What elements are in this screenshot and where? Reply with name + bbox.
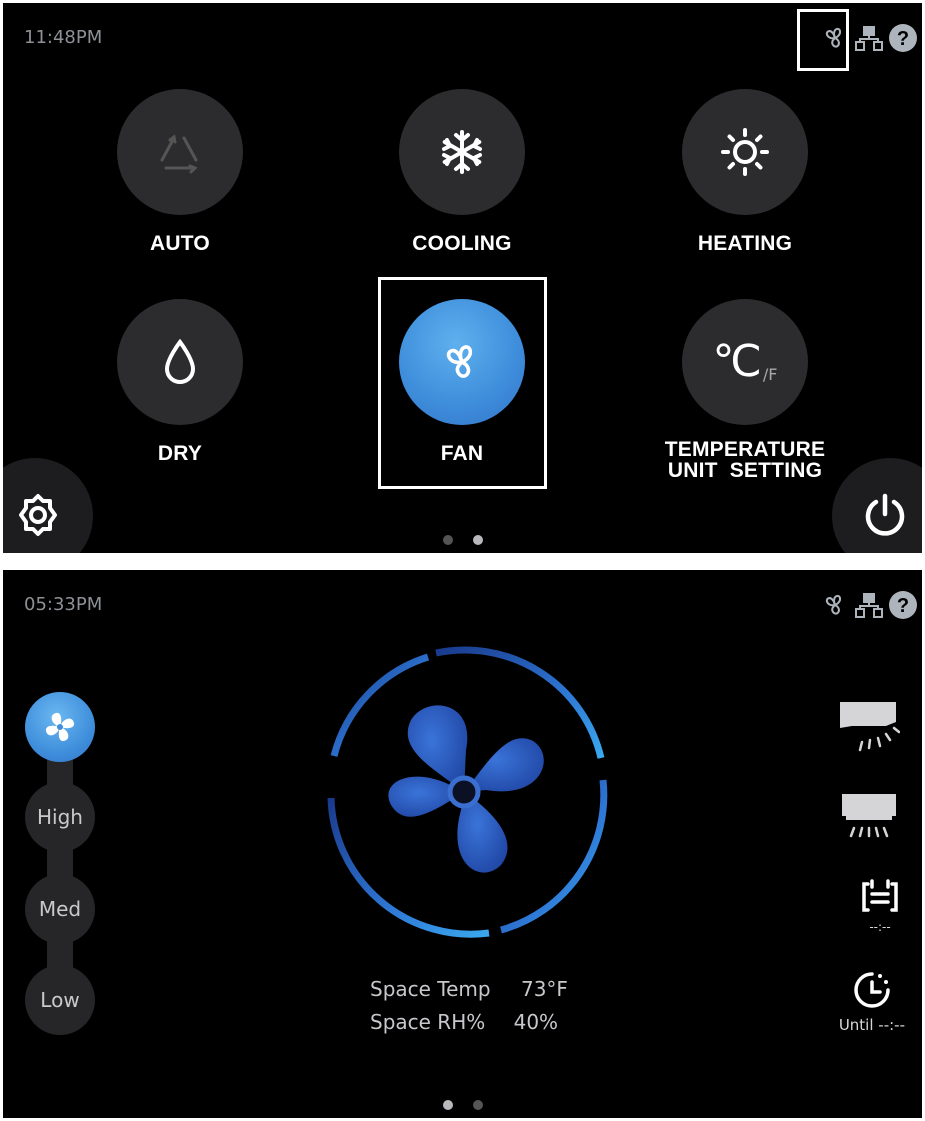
svg-text:?: ?: [897, 595, 909, 617]
fahrenheit-glyph: /F: [762, 365, 778, 384]
network-icon[interactable]: [854, 21, 884, 55]
space-rh-readout: Space RH% 40%: [370, 1010, 558, 1034]
celsius-fahrenheit-icon: ℃ /F: [712, 336, 778, 387]
celsius-glyph: ℃: [712, 336, 762, 387]
vane-swing-button[interactable]: [838, 700, 900, 752]
space-temp-value: 73°F: [520, 977, 568, 1001]
highlight-status-fan: [797, 9, 849, 71]
mode-heating-label: HEATING: [697, 232, 793, 255]
timer-clock-icon: [854, 972, 890, 1008]
page-dot-active[interactable]: [442, 1100, 453, 1110]
mode-auto-label: AUTO: [150, 232, 210, 255]
timer-button[interactable]: Until --:--: [839, 970, 905, 1034]
louver-down-icon: [842, 794, 896, 838]
mode-cooling-button[interactable]: COOLING: [362, 89, 562, 254]
page-dot[interactable]: [442, 535, 453, 545]
sun-icon: [721, 128, 769, 176]
louver-swing-icon: [840, 702, 900, 752]
vane-fixed-button[interactable]: [838, 792, 900, 840]
schedule-icon: [862, 879, 898, 912]
timer-value: Until --:--: [838, 1016, 905, 1034]
snowflake-icon: [442, 130, 482, 174]
mode-temperature-unit-button[interactable]: ℃ /F TEMPERATURE UNIT SETTING: [645, 299, 845, 481]
space-rh-label: Space RH%: [370, 1010, 486, 1034]
settings-button[interactable]: [3, 458, 93, 553]
page-dot-active[interactable]: [472, 535, 483, 545]
page-indicator: [442, 1100, 483, 1110]
dry-button-circle[interactable]: [117, 299, 243, 425]
page-dot[interactable]: [472, 1100, 483, 1110]
mode-heating-button[interactable]: HEATING: [645, 89, 845, 254]
mode-cooling-label: COOLING: [412, 232, 512, 255]
network-icon[interactable]: [854, 588, 884, 622]
status-bar: ?: [820, 588, 918, 622]
gear-icon: [19, 494, 57, 536]
space-temp-readout: Space Temp 73°F: [370, 977, 568, 1001]
svg-text:?: ?: [897, 28, 909, 50]
fan-icon[interactable]: [820, 588, 850, 622]
help-icon[interactable]: ?: [888, 588, 918, 622]
fan-blade-icon: [45, 712, 75, 742]
mode-dry-button[interactable]: DRY: [80, 299, 280, 464]
mode-dry-label: DRY: [157, 442, 203, 465]
fan-speed-auto-button[interactable]: [25, 692, 95, 762]
fan-blades-icon: [388, 705, 544, 873]
auto-cycle-icon: [160, 134, 198, 174]
fan-speed-high-button[interactable]: High: [25, 782, 95, 852]
highlight-fan-mode: [378, 277, 547, 489]
fan-control-screen: 05:33PM ? High Med Low Space Temp 73°F S…: [3, 570, 922, 1118]
droplet-icon: [164, 339, 196, 384]
schedule-value: --:--: [869, 920, 891, 934]
cooling-button-circle[interactable]: [399, 89, 525, 215]
clock: 11:48PM: [24, 27, 103, 48]
fan-speed-low-button[interactable]: Low: [25, 965, 95, 1035]
power-icon: [865, 493, 905, 536]
page-indicator: [442, 535, 483, 545]
auto-button-circle[interactable]: [117, 89, 243, 215]
mode-temperature-unit-label: TEMPERATURE UNIT SETTING: [664, 438, 826, 482]
space-temp-label: Space Temp: [370, 977, 491, 1001]
space-rh-value: 40%: [513, 1010, 559, 1034]
help-icon[interactable]: ?: [888, 21, 918, 55]
fan-speed-med-button[interactable]: Med: [25, 874, 95, 944]
power-button[interactable]: [832, 458, 922, 553]
fan-animation: [327, 646, 608, 938]
schedule-button[interactable]: --:--: [860, 878, 900, 934]
heating-button-circle[interactable]: [682, 89, 808, 215]
mode-auto-button[interactable]: AUTO: [80, 89, 280, 254]
clock: 05:33PM: [24, 594, 103, 615]
mode-selection-screen: 11:48PM ? AUTO COOLING HEATING DRY FAN ℃…: [3, 3, 922, 553]
temperature-unit-button-circle[interactable]: ℃ /F: [682, 299, 808, 425]
